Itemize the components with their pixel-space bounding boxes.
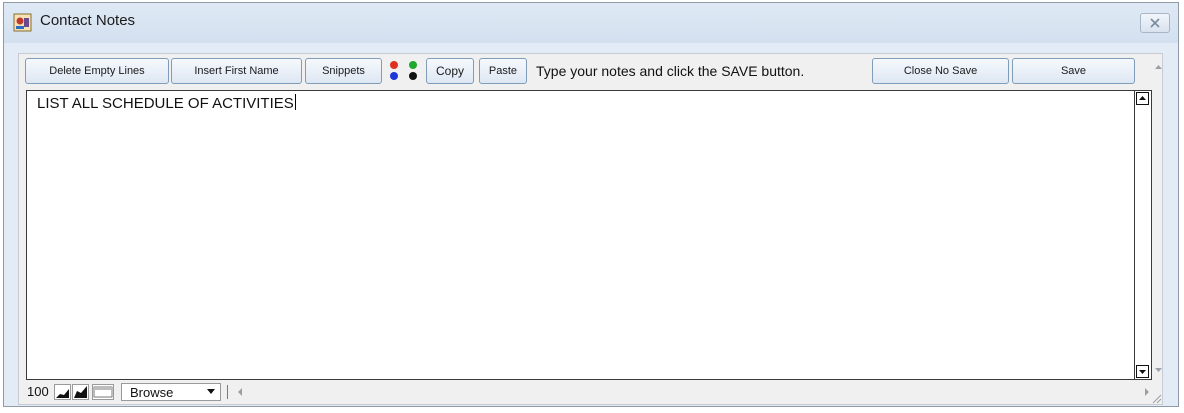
notes-textarea[interactable]: LIST ALL SCHEDULE OF ACTIVITIES [26, 90, 1152, 380]
arrow-down-icon[interactable] [1154, 367, 1163, 373]
editor-vertical-scrollbar[interactable] [1134, 91, 1151, 379]
window-title: Contact Notes [40, 12, 136, 29]
copy-button[interactable]: Copy [426, 58, 474, 84]
scroll-down-button[interactable] [1136, 365, 1149, 378]
layout-icon[interactable] [92, 384, 114, 400]
chevron-down-icon[interactable] [207, 389, 215, 394]
notes-text: LIST ALL SCHEDULE OF ACTIVITIES [37, 95, 294, 112]
save-button[interactable]: Save [1012, 58, 1135, 84]
arrow-down-icon [1139, 370, 1146, 374]
insert-first-name-button[interactable]: Insert First Name [171, 58, 302, 84]
notes-text-line: LIST ALL SCHEDULE OF ACTIVITIES [37, 94, 296, 112]
red-color-dot-icon[interactable] [390, 61, 398, 69]
panel-vertical-scrollbar[interactable] [1154, 54, 1163, 384]
arrow-up-icon [1139, 96, 1146, 100]
close-window-button[interactable] [1140, 13, 1170, 33]
scroll-up-button[interactable] [1136, 92, 1149, 105]
close-icon [1150, 18, 1160, 28]
notes-toolbar: Delete Empty Lines Insert First Name Sni… [19, 54, 1162, 88]
close-no-save-button[interactable]: Close No Save [872, 58, 1009, 84]
text-caret [294, 94, 296, 110]
snippets-button[interactable]: Snippets [305, 58, 382, 84]
resize-grip-icon[interactable] [1150, 392, 1162, 404]
mode-select[interactable]: Browse [121, 383, 221, 401]
delete-empty-lines-button[interactable]: Delete Empty Lines [25, 58, 169, 84]
graph-large-icon[interactable] [72, 384, 89, 400]
green-color-dot-icon[interactable] [409, 61, 417, 69]
color-picker[interactable] [389, 60, 421, 84]
separator-icon [227, 385, 228, 399]
mode-selected-value: Browse [130, 385, 174, 400]
graph-small-icon[interactable] [54, 384, 71, 400]
scroll-left-icon[interactable] [237, 388, 243, 396]
blue-color-dot-icon[interactable] [390, 72, 398, 80]
contact-notes-window: Contact Notes Delete Empty Lines Insert … [3, 2, 1179, 407]
instruction-text: Type your notes and click the SAVE butto… [536, 63, 805, 79]
arrow-up-icon[interactable] [1154, 64, 1163, 70]
contact-app-icon [13, 13, 32, 32]
status-bar: 100 Browse [26, 381, 1152, 403]
title-bar[interactable]: Contact Notes [4, 3, 1178, 43]
zoom-level[interactable]: 100 [27, 383, 51, 401]
black-color-dot-icon[interactable] [409, 72, 417, 80]
paste-button[interactable]: Paste [479, 58, 527, 84]
notes-panel: Delete Empty Lines Insert First Name Sni… [18, 53, 1163, 405]
